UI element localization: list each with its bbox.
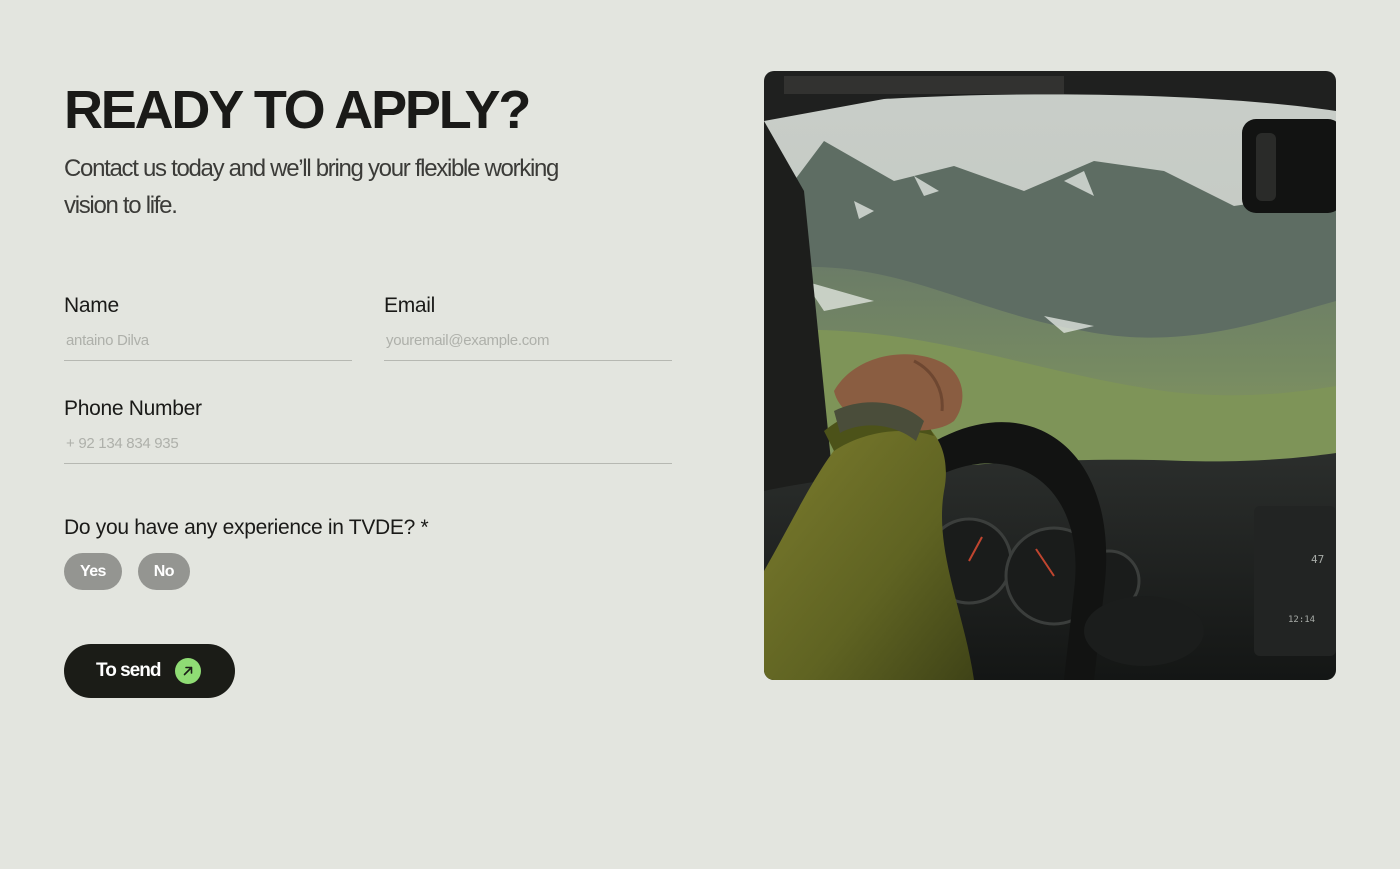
driver-photo-illustration: 47 12:14 [764,71,1336,680]
name-input[interactable] [64,328,352,361]
driver-photo: 47 12:14 [764,71,1336,680]
experience-question: Do you have any experience in TVDE? * [64,516,429,539]
send-button-label: To send [96,660,161,681]
send-button[interactable]: To send [64,644,235,698]
name-email-row: Name Email [64,292,672,361]
page: READY TO APPLY? Contact us today and we’… [0,0,1400,869]
page-subtitle: Contact us today and we’ll bring your fl… [64,155,559,219]
radio-number: 47 [1311,553,1324,566]
phone-input[interactable] [64,431,672,464]
name-label: Name [64,294,119,317]
application-form-section: READY TO APPLY? Contact us today and we’… [64,80,674,698]
email-field-group: Email [384,292,672,361]
experience-choices: Yes No [64,553,190,590]
choice-yes-button[interactable]: Yes [64,553,122,590]
phone-field-group: Phone Number [64,395,672,464]
name-field-group: Name [64,292,352,361]
choice-no-button[interactable]: No [137,553,190,590]
email-input[interactable] [384,328,672,361]
phone-label: Phone Number [64,397,202,420]
email-label: Email [384,294,436,317]
dash-clock: 12:14 [1288,615,1315,625]
page-title: READY TO APPLY? [64,80,531,140]
arrow-up-right-icon [175,658,202,684]
